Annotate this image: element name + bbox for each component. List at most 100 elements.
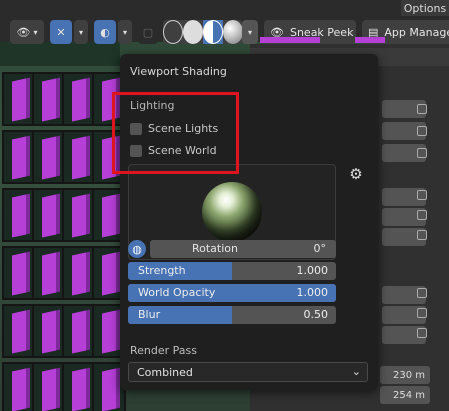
magenta-window: [12, 310, 26, 354]
gizmo-toggle[interactable]: ✕: [50, 20, 72, 44]
rotation-field[interactable]: Rotation 0°: [150, 240, 336, 258]
magenta-window: [42, 136, 56, 180]
chevron-down-icon: ▾: [78, 27, 83, 37]
magenta-window: [42, 368, 56, 411]
lock-icon[interactable]: [417, 210, 427, 220]
magenta-window: [12, 252, 26, 296]
render-pass-label: Render Pass: [130, 344, 197, 357]
material-preview-icon: [203, 20, 223, 44]
world-opacity-slider[interactable]: World Opacity 1.000: [128, 284, 336, 302]
wireframe-shading-button[interactable]: [163, 20, 183, 44]
window-panel: [62, 304, 96, 358]
gizmo-dropdown[interactable]: ▾: [74, 20, 88, 44]
hdri-sphere: [202, 182, 262, 242]
xray-toggle[interactable]: ▢: [138, 20, 158, 44]
magenta-window: [42, 78, 56, 122]
strength-value: 1.000: [296, 264, 329, 277]
magenta-accent: [260, 37, 320, 43]
gear-icon[interactable]: ⚙: [348, 166, 364, 182]
window-panel: [62, 362, 96, 411]
magenta-window: [72, 368, 86, 411]
render-pass-dropdown[interactable]: Combined ⌄: [128, 362, 368, 382]
magenta-window: [42, 194, 56, 238]
chevron-down-icon: ▾: [33, 27, 38, 37]
world-space-lighting-icon[interactable]: ◍: [128, 240, 146, 258]
shading-options-dropdown[interactable]: ▾: [242, 20, 258, 44]
render-pass-value: Combined: [137, 365, 193, 379]
blur-label: Blur: [138, 308, 161, 321]
strength-slider[interactable]: Strength 1.000: [128, 262, 336, 280]
popover-title: Viewport Shading: [130, 65, 227, 78]
magenta-window: [12, 368, 26, 411]
window-panel: [2, 304, 36, 358]
magenta-window: [72, 78, 86, 122]
lock-icon[interactable]: [417, 288, 427, 298]
xray-icon: ▢: [142, 25, 154, 39]
magenta-window: [42, 252, 56, 296]
app-manage-label: App Manage: [384, 25, 449, 39]
window-panel: [2, 72, 36, 126]
window-panel: [62, 72, 96, 126]
magenta-window: [72, 194, 86, 238]
window-panel: [32, 246, 66, 300]
window-panel: [2, 130, 36, 184]
magenta-window: [102, 368, 116, 411]
overlay-toggle[interactable]: ◐: [94, 20, 116, 44]
eye-icon: 👁: [16, 25, 31, 39]
magenta-window: [72, 252, 86, 296]
magenta-window: [102, 310, 116, 354]
rotation-value: 0°: [313, 242, 327, 255]
dimension-y-field[interactable]: 254 m: [380, 386, 430, 404]
wireframe-icon: [163, 20, 183, 44]
window-panel: [32, 188, 66, 242]
rendered-icon: [223, 20, 243, 44]
magenta-accent: [355, 37, 385, 43]
visibility-dropdown[interactable]: 👁 ▾: [10, 20, 44, 44]
window-panel: [2, 246, 36, 300]
window-panel: [62, 130, 96, 184]
window-panel: [32, 130, 66, 184]
magenta-window: [72, 136, 86, 180]
magenta-window: [12, 136, 26, 180]
world-opacity-value: 1.000: [296, 286, 329, 299]
rendered-shading-button[interactable]: [223, 20, 243, 44]
lock-icon[interactable]: [417, 230, 427, 240]
dimension-x-field[interactable]: 230 m: [380, 366, 430, 384]
overlay-dropdown[interactable]: ▾: [118, 20, 132, 44]
gizmo-icon: ✕: [56, 25, 66, 39]
lock-icon[interactable]: [417, 328, 427, 338]
lighting-highlight-box: [112, 92, 239, 174]
viewport-header: Options 👁 ▾ ✕ ▾ ◐ ▾ ▢ ▾ 👁 Sneak Peek ▤ Ap…: [0, 0, 449, 44]
blur-slider[interactable]: Blur 0.50: [128, 306, 336, 324]
magenta-window: [42, 310, 56, 354]
magenta-window: [12, 78, 26, 122]
magenta-window: [102, 194, 116, 238]
options-tab[interactable]: Options: [401, 0, 449, 16]
window-panel: [2, 188, 36, 242]
lock-icon[interactable]: [417, 104, 427, 114]
world-opacity-label: World Opacity: [138, 286, 216, 299]
lock-icon[interactable]: [417, 190, 427, 200]
magenta-window: [102, 252, 116, 296]
window-panel: [32, 362, 66, 411]
magenta-window: [12, 194, 26, 238]
magenta-window: [72, 310, 86, 354]
strength-label: Strength: [138, 264, 186, 277]
chevron-down-icon: ▾: [122, 27, 127, 37]
solid-icon: [183, 20, 203, 44]
solid-shading-button[interactable]: [183, 20, 203, 44]
window-panel: [2, 362, 36, 411]
lock-icon[interactable]: [417, 308, 427, 318]
window-panel: [32, 304, 66, 358]
building-roof: [0, 42, 120, 66]
rotation-label: Rotation: [191, 242, 238, 255]
material-preview-button[interactable]: [203, 20, 223, 44]
lock-icon[interactable]: [417, 148, 427, 158]
window-panel: [62, 246, 96, 300]
chevron-down-icon: ▾: [247, 27, 252, 37]
blur-value: 0.50: [303, 308, 329, 321]
overlay-icon: ◐: [100, 25, 110, 39]
chevron-down-icon: ⌄: [351, 365, 361, 378]
lock-icon[interactable]: [417, 126, 427, 136]
shading-mode-selector[interactable]: [163, 20, 243, 44]
